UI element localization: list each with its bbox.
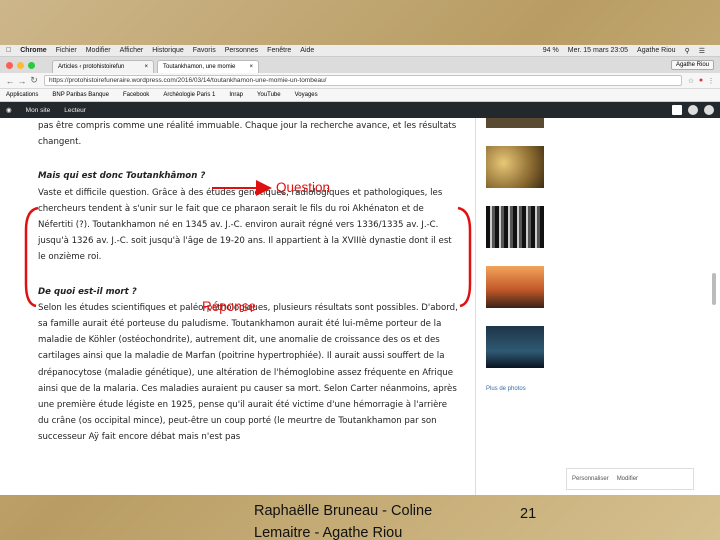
profile-button[interactable]: Agathe Riou xyxy=(670,60,714,70)
avatar[interactable] xyxy=(688,105,698,115)
scrollbar[interactable] xyxy=(712,273,716,305)
slide-page-number: 21 xyxy=(520,506,537,522)
menu-afficher[interactable]: Afficher xyxy=(120,47,144,54)
photo-thumb-gold[interactable] xyxy=(486,146,544,188)
wp-my-site[interactable]: Mon site xyxy=(26,107,51,114)
user-name[interactable]: Agathe Riou xyxy=(637,47,676,55)
minimize-window-icon[interactable] xyxy=(17,62,24,69)
wordpress-admin-bar: ◉ Mon site Lecteur xyxy=(0,102,720,118)
menu-fenetre[interactable]: Fenêtre xyxy=(267,47,291,54)
apple-icon[interactable]:  xyxy=(6,47,11,54)
wp-reader[interactable]: Lecteur xyxy=(64,107,86,114)
window-controls xyxy=(6,62,39,69)
bookmark-facebook[interactable]: Facebook xyxy=(123,92,149,98)
bookmark-youtube[interactable]: YouTube xyxy=(257,92,281,98)
clock[interactable]: Mer. 15 mars 23:05 xyxy=(568,47,628,55)
tab-bar: Articles ‹ protohistoirefun × Toutankham… xyxy=(0,57,720,73)
answer-paragraph: Vaste et difficile question. Grâce à des… xyxy=(38,187,452,263)
tab-close-icon[interactable]: × xyxy=(144,64,148,70)
menu-app[interactable]: Chrome xyxy=(20,47,46,54)
photo-thumb-desert[interactable] xyxy=(486,266,544,308)
article-intro: pas être compris comme une réalité immua… xyxy=(38,121,457,148)
menu-modifier[interactable]: Modifier xyxy=(86,47,111,54)
bookmarks-bar: Applications BNP Paribas Banque Facebook… xyxy=(0,89,720,102)
bookmark-bnp[interactable]: BNP Paribas Banque xyxy=(52,92,109,98)
tab-label: Articles ‹ protohistoirefun xyxy=(58,64,125,70)
menu-dots-icon[interactable]: ⋮ xyxy=(706,77,716,85)
menu-personnes[interactable]: Personnes xyxy=(225,47,258,54)
customize-link[interactable]: Personnaliser xyxy=(572,476,609,482)
address-bar: ← → ↻ https://protohistoirefuneraire.wor… xyxy=(0,73,720,89)
photo-thumb-night[interactable] xyxy=(486,326,544,368)
url-input[interactable]: https://protohistoirefuneraire.wordpress… xyxy=(44,75,682,86)
answer-annotation: Réponse xyxy=(202,299,257,314)
photo-sidebar: Plus de photos xyxy=(486,118,548,392)
tab-toutankhamon[interactable]: Toutankhamon, une momie × xyxy=(157,60,259,73)
notifications-icon[interactable] xyxy=(704,105,714,115)
question-annotation: Question xyxy=(276,180,331,195)
bookmark-voyages[interactable]: Voyages xyxy=(295,92,318,98)
close-window-icon[interactable] xyxy=(6,62,13,69)
extension-icon[interactable]: ● xyxy=(696,77,706,84)
tab-label: Toutankhamon, une momie xyxy=(163,64,236,70)
star-icon[interactable]: ☆ xyxy=(686,77,696,85)
menu-aide[interactable]: Aide xyxy=(300,47,314,54)
bookmark-inrap[interactable]: Inrap xyxy=(229,92,243,98)
death-paragraph: Selon les études scientifiques et paléo-… xyxy=(38,302,458,443)
mac-menubar:  Chrome Fichier Modifier Afficher Histo… xyxy=(0,45,720,57)
death-heading: De quoi est-il mort ? xyxy=(38,286,137,297)
page-content: pas être compris comme une réalité immua… xyxy=(0,118,720,495)
edit-link[interactable]: Modifier xyxy=(617,476,638,482)
tab-articles[interactable]: Articles ‹ protohistoirefun × xyxy=(52,60,154,73)
list-icon[interactable]: ☰ xyxy=(699,47,705,55)
write-icon[interactable] xyxy=(672,105,682,115)
maximize-window-icon[interactable] xyxy=(28,62,35,69)
photo-thumb-bw[interactable] xyxy=(486,206,544,248)
tab-close-icon[interactable]: × xyxy=(249,64,253,70)
search-icon[interactable]: ⚲ xyxy=(685,47,690,55)
more-photos-link[interactable]: Plus de photos xyxy=(486,386,548,392)
forward-icon[interactable]: → xyxy=(16,76,28,86)
question-heading: Mais qui est donc Toutankhâmon ? xyxy=(38,171,206,182)
screenshot-frame:  Chrome Fichier Modifier Afficher Histo… xyxy=(0,45,720,495)
menu-fichier[interactable]: Fichier xyxy=(56,47,77,54)
column-divider xyxy=(475,118,476,495)
reload-icon[interactable]: ↻ xyxy=(28,75,40,86)
customize-bar: Personnaliser Modifier xyxy=(566,468,694,490)
bookmark-applications[interactable]: Applications xyxy=(6,92,38,98)
photo-thumb-top[interactable] xyxy=(486,118,544,128)
menu-favoris[interactable]: Favoris xyxy=(193,47,216,54)
slide-footer-authors: Raphaëlle Bruneau - Coline Lemaitre - Ag… xyxy=(254,503,433,540)
battery-status[interactable]: 94 % xyxy=(543,47,559,55)
bookmark-archeologie[interactable]: Archéologie Paris 1 xyxy=(163,92,215,98)
back-icon[interactable]: ← xyxy=(4,76,16,86)
article-body: pas être compris comme une réalité immua… xyxy=(38,118,458,446)
menu-historique[interactable]: Historique xyxy=(152,47,184,54)
wp-logo-icon[interactable]: ◉ xyxy=(6,106,12,114)
